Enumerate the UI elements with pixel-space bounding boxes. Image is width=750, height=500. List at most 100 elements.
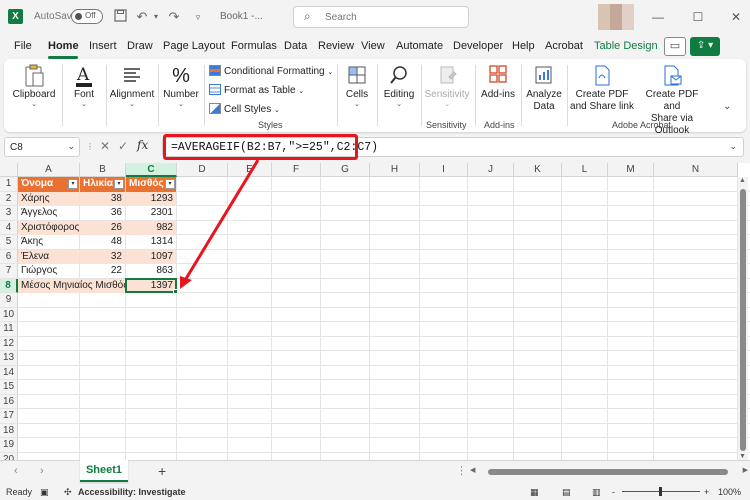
expand-formula-bar-icon[interactable]: ⌄ (729, 141, 737, 152)
table-cell-age[interactable]: 32 (80, 249, 125, 264)
spreadsheet-grid[interactable]: ABCDEFGHIJKLMN 1 2 3 4 5 6 7 8 9 10 11 12 13 14 15 16 17… (0, 163, 750, 460)
vertical-scrollbar[interactable]: ▲ ▼ (738, 177, 748, 460)
page-break-preview-icon[interactable]: ▥ (592, 487, 601, 498)
undo-dropdown-icon[interactable]: ▾ (148, 9, 164, 25)
row-header-9[interactable]: 9 (0, 293, 18, 308)
analyze-data-button[interactable]: Analyze Data (524, 63, 564, 113)
tab-data[interactable]: Data (284, 40, 307, 52)
tab-home[interactable]: Home (48, 40, 79, 52)
tab-review[interactable]: Review (318, 40, 354, 52)
row-header-13[interactable]: 13 (0, 351, 18, 366)
table-cell-salary[interactable]: 982 (126, 220, 176, 235)
save-icon[interactable] (112, 9, 128, 25)
table-cell-age[interactable]: 38 (80, 191, 125, 206)
share-button[interactable]: ⇪ ▾ (690, 37, 720, 56)
minimize-icon[interactable]: — (650, 9, 666, 25)
search-box[interactable]: ⌕ Search (293, 6, 469, 28)
tab-draw[interactable]: Draw (127, 40, 153, 52)
insert-function-icon[interactable]: fx (137, 138, 148, 152)
table-cell-name[interactable]: Γιώργος (18, 264, 79, 279)
tab-formulas[interactable]: Formulas (231, 40, 277, 52)
enter-icon[interactable]: ✓ (118, 139, 128, 153)
table-cell-name[interactable]: Άκης (18, 235, 79, 250)
column-header-f[interactable]: F (272, 163, 321, 177)
add-sheet-button[interactable]: + (158, 463, 166, 479)
clipboard-button[interactable]: Clipboard ⌄ (8, 63, 60, 109)
table-cell-salary[interactable]: 2301 (126, 206, 176, 221)
horizontal-scroll-thumb[interactable] (488, 469, 728, 475)
column-header-h[interactable]: H (370, 163, 420, 177)
filter-dropdown-icon[interactable]: ▾ (114, 179, 124, 189)
row-header-12[interactable]: 12 (0, 336, 18, 351)
table-header-age[interactable]: Ηλικία ▾ (80, 177, 125, 192)
table-cell-name[interactable]: Άγγελος (18, 206, 79, 221)
row-header-10[interactable]: 10 (0, 307, 18, 322)
page-layout-view-icon[interactable]: ▤ (562, 487, 571, 498)
table-cell-age[interactable]: 22 (80, 264, 125, 279)
filter-dropdown-icon[interactable]: ▾ (165, 179, 175, 189)
select-all-corner[interactable] (0, 163, 18, 177)
table-cell-salary[interactable]: 1097 (126, 249, 176, 264)
row-header-14[interactable]: 14 (0, 365, 18, 380)
sheet-tab-sheet1[interactable]: Sheet1 (80, 460, 128, 482)
fill-handle[interactable] (173, 289, 178, 294)
row-header-3[interactable]: 3 (0, 206, 18, 221)
table-cell-age[interactable]: 48 (80, 235, 125, 250)
tab-file[interactable]: File (14, 40, 32, 52)
table-cell-age[interactable]: 36 (80, 206, 125, 221)
tab-automate[interactable]: Automate (396, 40, 443, 52)
table-cell-name[interactable]: Χάρης (18, 191, 79, 206)
tab-page-layout[interactable]: Page Layout (163, 40, 225, 52)
table-cell-age[interactable]: 26 (80, 220, 125, 235)
collapse-ribbon-icon[interactable]: ⌄ (723, 101, 731, 112)
prev-sheet-icon[interactable]: ‹ (14, 465, 18, 477)
conditional-formatting-button[interactable]: Conditional Formatting ⌄ (209, 65, 333, 77)
column-header-b[interactable]: B (80, 163, 126, 177)
column-header-k[interactable]: K (514, 163, 562, 177)
row-header-5[interactable]: 5 (0, 235, 18, 250)
next-sheet-icon[interactable]: › (40, 465, 44, 477)
row-header-6[interactable]: 6 (0, 249, 18, 264)
create-pdf-share-link-button[interactable]: Create PDF and Share link (570, 63, 634, 113)
scroll-up-icon[interactable]: ▲ (739, 177, 746, 184)
alignment-button[interactable]: Alignment ⌄ (108, 63, 156, 109)
editing-button[interactable]: Editing ⌄ (380, 63, 418, 109)
scroll-left-icon[interactable]: ◀ (470, 466, 475, 474)
accessibility-status[interactable]: Accessibility: Investigate (78, 487, 186, 497)
row-header-16[interactable]: 16 (0, 394, 18, 409)
customize-toolbar-icon[interactable]: ▿ (190, 9, 206, 25)
zoom-in-button[interactable]: + (704, 487, 709, 497)
column-header-n[interactable]: N (654, 163, 738, 177)
row-header-4[interactable]: 4 (0, 220, 18, 235)
filter-dropdown-icon[interactable]: ▾ (68, 179, 78, 189)
table-cell-salary[interactable]: 1314 (126, 235, 176, 250)
row-header-19[interactable]: 19 (0, 438, 18, 453)
table-header-salary[interactable]: Μισθός ▾ (126, 177, 176, 192)
font-button[interactable]: A Font ⌄ (64, 63, 104, 109)
column-header-a[interactable]: A (18, 163, 80, 177)
row-header-2[interactable]: 2 (0, 191, 18, 206)
macro-recording-icon[interactable]: ▣ (40, 487, 49, 498)
column-header-c[interactable]: C (126, 163, 177, 177)
row-header-8[interactable]: 8 (0, 278, 18, 293)
zoom-slider-thumb[interactable] (659, 487, 662, 496)
cells-button[interactable]: Cells ⌄ (340, 63, 374, 109)
tab-table-design[interactable]: Table Design (594, 40, 658, 52)
format-as-table-button[interactable]: Format as Table ⌄ (209, 84, 304, 96)
table-cell-salary[interactable]: 863 (126, 264, 176, 279)
table-cell-salary[interactable]: 1293 (126, 191, 176, 206)
restore-icon[interactable]: ☐ (690, 9, 706, 25)
add-ins-button[interactable]: Add-ins (478, 63, 518, 101)
table-header-name[interactable]: Όνομα ▾ (18, 177, 79, 192)
cancel-icon[interactable]: ✕ (100, 139, 110, 153)
tab-insert[interactable]: Insert (89, 40, 117, 52)
table-cell-name[interactable]: Έλενα (18, 249, 79, 264)
close-icon[interactable]: ✕ (728, 9, 744, 25)
cell-styles-button[interactable]: Cell Styles ⌄ (209, 103, 280, 115)
autosave-toggle[interactable]: Off (71, 9, 103, 24)
row-header-18[interactable]: 18 (0, 423, 18, 438)
column-header-g[interactable]: G (321, 163, 370, 177)
row-header-11[interactable]: 11 (0, 322, 18, 337)
tab-developer[interactable]: Developer (453, 40, 503, 52)
account-avatar[interactable] (598, 4, 634, 30)
